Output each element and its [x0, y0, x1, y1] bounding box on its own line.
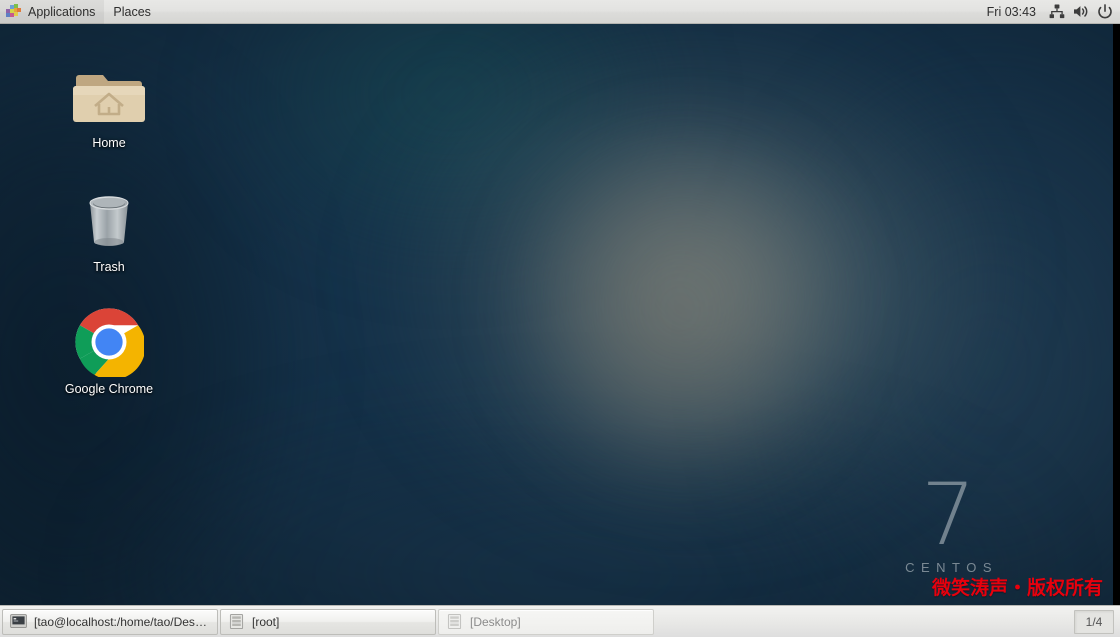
taskbar-item-root[interactable]: [root]	[220, 608, 436, 635]
screen-right-edge	[1113, 24, 1120, 605]
applications-menu[interactable]: Applications	[0, 0, 105, 24]
desktop-icon-home[interactable]: Home	[54, 62, 164, 150]
home-folder-icon	[73, 62, 145, 130]
volume-icon[interactable]	[1070, 0, 1092, 24]
places-menu[interactable]: Places	[104, 0, 160, 24]
workspace-switcher[interactable]: 1/4	[1074, 609, 1114, 634]
clock[interactable]: Fri 03:43	[979, 0, 1044, 24]
taskbar: [tao@localhost:/home/tao/Desktop] [root]	[0, 605, 1120, 637]
google-chrome-icon	[73, 308, 145, 377]
places-menu-label: Places	[113, 4, 151, 19]
terminal-icon	[10, 613, 27, 630]
gnome-applications-logo-icon	[6, 4, 21, 19]
desktop-icon-layer: Home Trash Google Chrome	[0, 24, 1113, 605]
panel-status-area: Fri 03:43	[979, 0, 1120, 24]
file-manager-icon	[228, 613, 245, 630]
desktop-icon-label: Google Chrome	[64, 382, 154, 396]
applications-menu-label: Applications	[28, 4, 96, 19]
top-panel: Applications Places Fri 03:43	[0, 0, 1120, 24]
window-list: [tao@localhost:/home/tao/Desktop] [root]	[2, 608, 1074, 636]
desktop-wallpaper[interactable]: Home Trash Google Chrome 7 CENTOS 微笑涛声・版…	[0, 24, 1113, 605]
taskbar-item-terminal[interactable]: [tao@localhost:/home/tao/Desktop]	[2, 608, 218, 635]
desktop-icon-google-chrome[interactable]: Google Chrome	[54, 308, 164, 396]
desktop-icon-label: Home	[92, 136, 126, 150]
copyright-watermark: 微笑涛声・版权所有	[931, 577, 1103, 599]
file-manager-icon	[446, 613, 463, 630]
taskbar-item-label: [root]	[252, 614, 280, 629]
desktop-icon-label: Trash	[93, 260, 125, 274]
taskbar-item-desktop[interactable]: [Desktop]	[438, 608, 654, 635]
power-icon[interactable]	[1094, 0, 1116, 24]
network-icon[interactable]	[1046, 0, 1068, 24]
desktop-screen: Applications Places Fri 03:43 Home Trash…	[0, 0, 1120, 637]
trash-bin-icon	[73, 186, 145, 254]
taskbar-item-label: [tao@localhost:/home/tao/Desktop]	[34, 614, 210, 629]
desktop-icon-trash[interactable]: Trash	[54, 186, 164, 274]
taskbar-item-label: [Desktop]	[470, 614, 521, 629]
